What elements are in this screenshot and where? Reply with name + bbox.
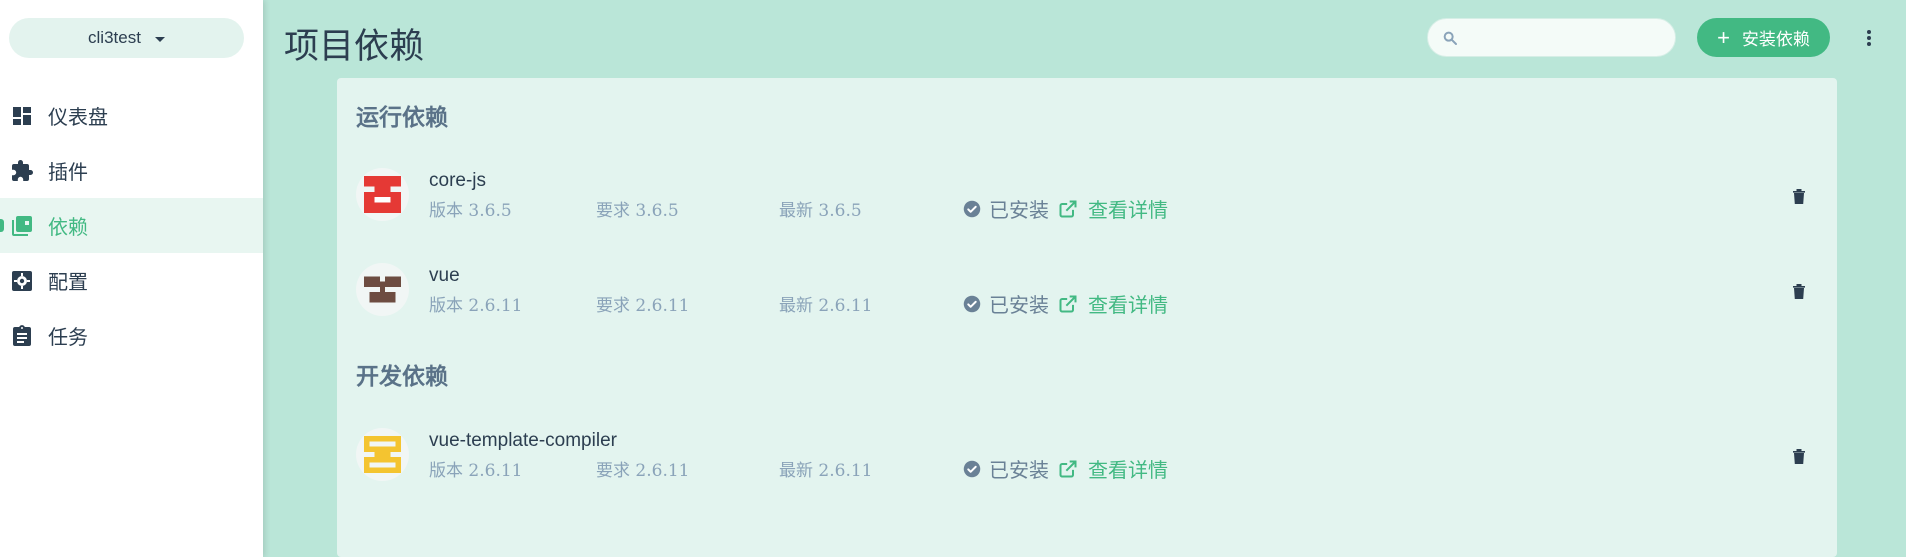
dependency-item: vue-template-compiler 版本 2.6.11 要求 2.6.1… [356,418,1806,498]
search-input[interactable] [1468,25,1663,51]
search-icon [1443,31,1457,45]
page-title: 项目依赖 [284,27,425,66]
sidebar-item-config[interactable]: 配置 [0,253,263,308]
delete-dependency-button[interactable] [1788,184,1810,208]
puzzle-icon [10,159,34,183]
dependency-required: 要求 2.6.11 [596,461,690,481]
dependency-name: core-js [429,170,487,191]
view-details-label: 查看详情 [1088,200,1168,222]
sidebar-item-plugins[interactable]: 插件 [0,143,263,198]
sidebar-nav: 仪表盘 插件 依赖 配置 任务 [0,88,263,363]
delete-dependency-button[interactable] [1788,444,1810,468]
section-title-dev: 开发依赖 [356,363,448,389]
dependency-name: vue-template-compiler [429,430,617,451]
delete-dependency-button[interactable] [1788,279,1810,303]
view-details-label: 查看详情 [1088,460,1168,482]
vue-template-compiler-avatar-icon [356,428,409,481]
install-dependency-label: 安装依赖 [1741,30,1810,49]
sidebar-item-label: 配置 [48,272,88,294]
dashboard-icon [10,104,34,128]
dependency-version: 版本 2.6.11 [429,296,523,316]
external-link-icon [1059,295,1077,312]
trash-icon [1793,449,1805,464]
caret-down-icon [154,36,165,42]
sidebar-item-dependencies[interactable]: 依赖 [0,198,263,253]
check-circle-icon [963,460,981,477]
dependency-version: 版本 3.6.5 [429,201,512,221]
plus-icon: + [1717,24,1730,50]
dependency-latest: 最新 3.6.5 [779,201,862,221]
search-box[interactable] [1427,18,1676,57]
settings-icon [10,269,34,293]
dependency-name: vue [429,265,460,286]
trash-icon [1793,189,1805,204]
project-name: cli3test [88,28,141,47]
view-details-label: 查看详情 [1088,295,1168,317]
dependency-status-label: 已安装 [989,295,1049,317]
library-icon [10,214,34,238]
sidebar: cli3test 仪表盘 插件 依赖 配置 任务 [0,0,263,557]
external-link-icon [1059,460,1077,477]
sidebar-item-dashboard[interactable]: 仪表盘 [0,88,263,143]
dependency-item: vue 版本 2.6.11 要求 2.6.11 最新 2.6.11 已安装 查看… [356,253,1806,333]
vue-avatar-icon [356,263,409,316]
install-dependency-button[interactable]: + 安装依赖 [1697,18,1830,57]
view-details-link[interactable]: 查看详情 [1058,194,1168,223]
dependency-status-label: 已安装 [989,460,1049,482]
check-circle-icon [963,200,981,217]
dependency-status: 已安装 [963,289,1049,318]
check-circle-icon [963,295,981,312]
dependency-status: 已安装 [963,454,1049,483]
view-details-link[interactable]: 查看详情 [1058,289,1168,318]
section-title-runtime: 运行依赖 [356,104,448,130]
dependency-latest: 最新 2.6.11 [779,296,873,316]
dependency-status: 已安装 [963,194,1049,223]
sidebar-item-tasks[interactable]: 任务 [0,308,263,363]
trash-icon [1793,284,1805,299]
sidebar-item-label: 仪表盘 [48,107,108,129]
dependency-latest: 最新 2.6.11 [779,461,873,481]
project-selector[interactable]: cli3test [9,18,244,58]
dependency-version: 版本 2.6.11 [429,461,523,481]
view-details-link[interactable]: 查看详情 [1058,454,1168,483]
core-js-avatar-icon [356,168,409,221]
dependency-item: core-js 版本 3.6.5 要求 3.6.5 最新 3.6.5 已安装 查… [356,158,1806,238]
sidebar-item-label: 依赖 [48,217,88,239]
more-menu-button[interactable] [1858,26,1880,50]
more-vertical-icon [1867,30,1871,46]
sidebar-item-label: 任务 [48,327,88,349]
dependency-required: 要求 3.6.5 [596,201,679,221]
external-link-icon [1059,200,1077,217]
dependencies-panel: 运行依赖 core-js 版本 3.6.5 要求 3.6.5 最新 3.6.5 … [337,78,1837,557]
sidebar-item-label: 插件 [48,162,88,184]
dependency-required: 要求 2.6.11 [596,296,690,316]
dependency-status-label: 已安装 [989,200,1049,222]
clipboard-icon [10,324,34,348]
